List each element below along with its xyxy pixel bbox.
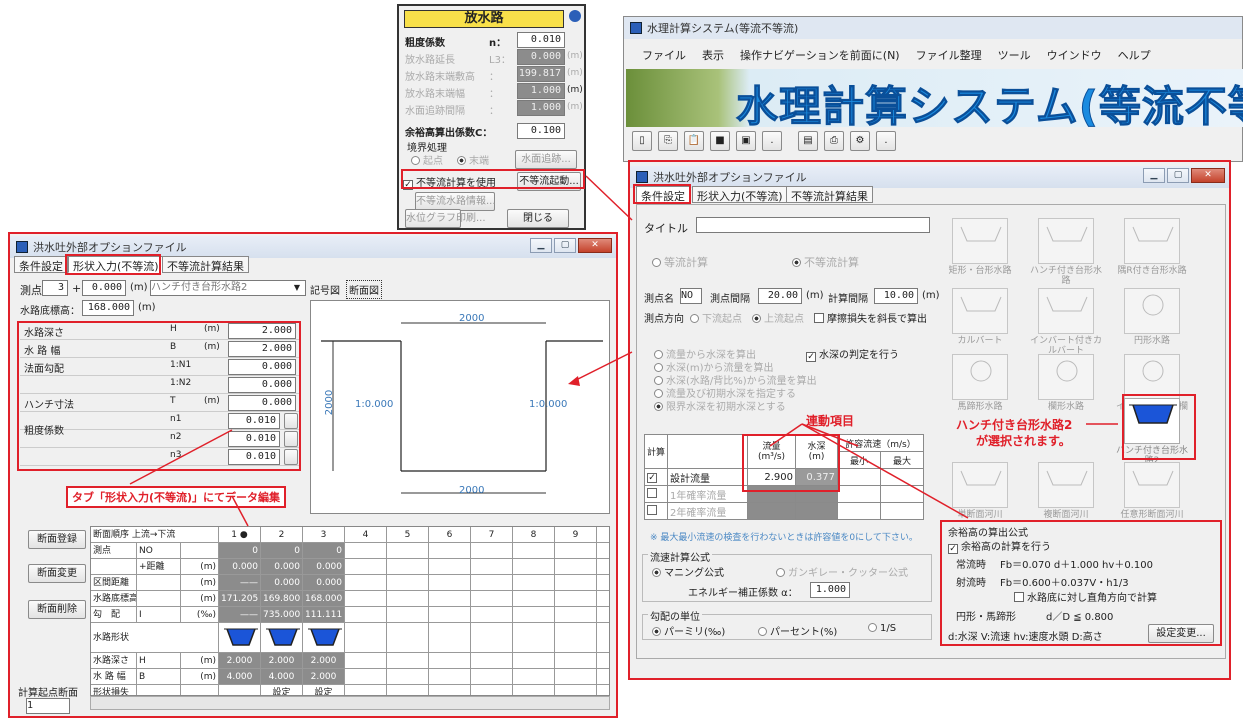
annotation-arrows [129,175,1118,527]
